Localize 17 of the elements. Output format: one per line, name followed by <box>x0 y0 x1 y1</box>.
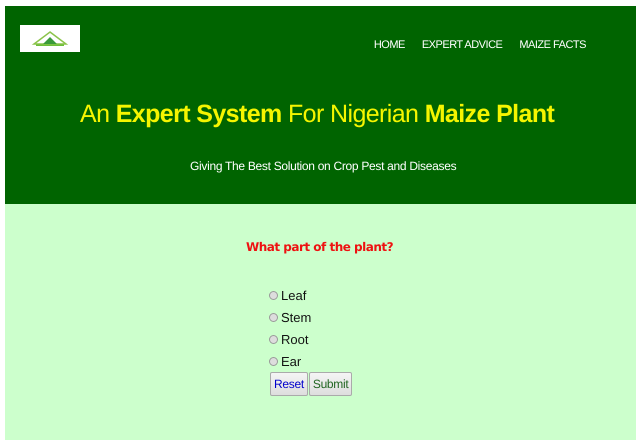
radio-button[interactable] <box>269 290 278 300</box>
option-label: Stem <box>281 310 312 324</box>
submit-button[interactable]: Submit <box>308 372 352 396</box>
logo-icon <box>20 25 80 52</box>
nav-link[interactable]: EXPERT ADVICE <box>422 39 502 51</box>
page-title: An Expert System For Nigerian Maize Plant <box>80 100 556 129</box>
radio-button[interactable] <box>269 334 278 344</box>
question-text: What part of the plant? <box>246 240 394 254</box>
reset-button[interactable]: Reset <box>270 372 308 396</box>
page-subtitle: Giving The Best Solution on Crop Pest and Diseases <box>190 159 458 173</box>
radio-button[interactable] <box>269 356 278 366</box>
nav-link[interactable]: HOME <box>374 39 405 51</box>
option-label: Leaf <box>281 288 306 302</box>
radio-button[interactable] <box>269 312 278 322</box>
option-label: Ear <box>281 354 302 368</box>
option-label: Root <box>281 332 308 346</box>
nav-link[interactable]: MAIZE FACTS <box>519 39 586 51</box>
